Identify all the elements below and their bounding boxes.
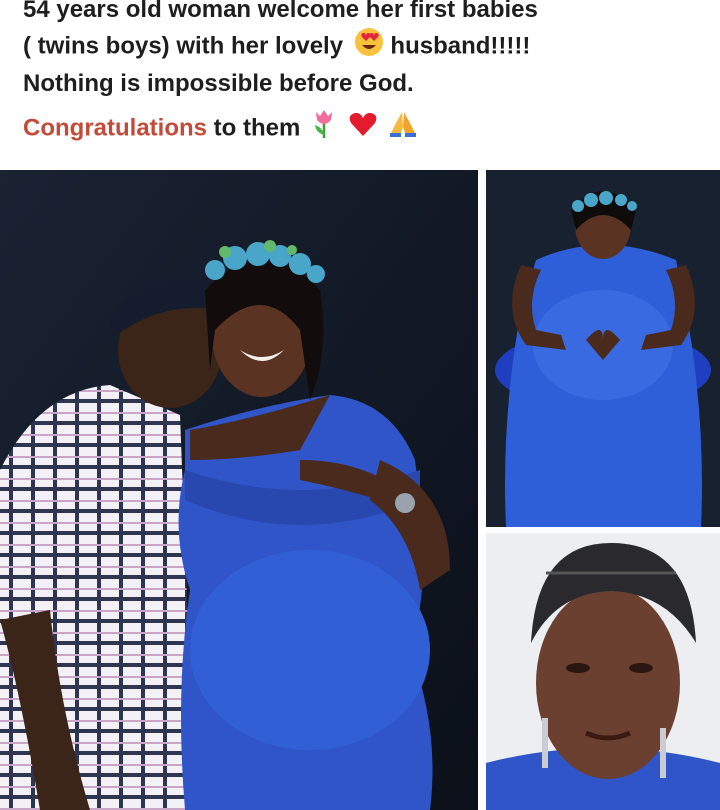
caption-line-2-husband: husband!!!!!	[390, 32, 531, 60]
couple-photo[interactable]	[0, 170, 478, 810]
portrait-photo[interactable]	[486, 533, 720, 810]
caption-line-3: Nothing is impossible before God.	[23, 70, 414, 97]
tulip-icon	[311, 109, 337, 149]
folded-hands-icon	[388, 109, 418, 149]
red-heart-icon	[348, 110, 378, 148]
caption-line-4-text: to them	[213, 114, 301, 142]
post-caption: 54 years old woman welcome her first bab…	[0, 0, 720, 168]
caption-line-2: ( twins boys) with her lovely husband!!!…	[23, 27, 720, 67]
maternity-photo[interactable]	[486, 170, 720, 527]
heart-eyes-emoji-icon	[354, 27, 384, 67]
caption-line-4: Congratulations to them	[23, 109, 720, 149]
caption-line-2-text: ( twins boys) with her lovely	[23, 32, 344, 60]
caption-line-1: 54 years old woman welcome her first bab…	[23, 0, 538, 23]
congratulations-highlight: Congratulations	[23, 114, 207, 142]
